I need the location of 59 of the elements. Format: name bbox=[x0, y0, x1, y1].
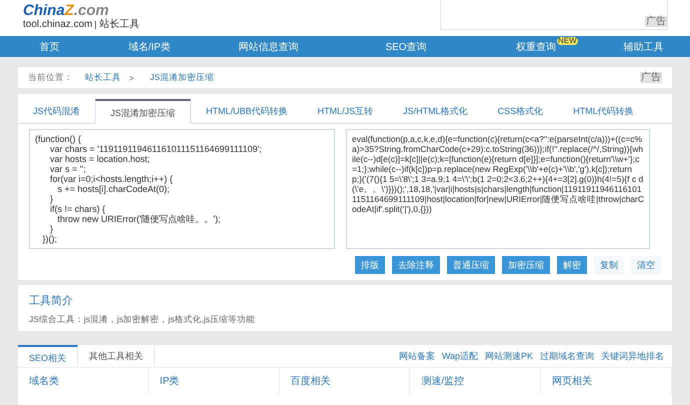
code-line: })(); bbox=[42, 234, 58, 244]
ad-banner[interactable]: 广告 bbox=[440, 0, 668, 30]
code-line: (function() { bbox=[35, 134, 82, 144]
site-url: tool.chinaz.com bbox=[23, 19, 92, 31]
quick-link[interactable]: Wap适配 bbox=[442, 350, 478, 362]
site-name: 站长工具 bbox=[99, 19, 140, 31]
output-code-area[interactable] bbox=[346, 129, 650, 249]
code-line: var s = ''; bbox=[49, 164, 87, 174]
related-tab[interactable]: 其他工具相关 bbox=[78, 345, 156, 367]
category-heading: 百度相关 bbox=[290, 376, 331, 387]
code-line: if(s != chars) { bbox=[49, 204, 106, 214]
new-badge: NEW bbox=[557, 36, 578, 44]
nav-link[interactable]: 权重查询 $^{NEW}$ bbox=[475, 40, 597, 54]
related-tab[interactable]: SEO相关 bbox=[18, 345, 78, 367]
nav-link[interactable]: SEO查询 bbox=[337, 40, 475, 54]
code-line: var hosts = location.host; bbox=[49, 154, 151, 164]
code-line: var chars = '119119119461161011151164699111109'; bbox=[49, 144, 263, 154]
action-button[interactable]: 普通压缩 bbox=[447, 256, 495, 274]
tool-tab[interactable]: JS/HTML格式化 bbox=[388, 99, 483, 124]
action-button[interactable]: 复制 bbox=[594, 256, 624, 274]
action-button[interactable]: 排版 bbox=[355, 256, 385, 274]
tool-tab[interactable]: HTML代码转换 bbox=[558, 99, 649, 124]
quick-link[interactable]: 过期域名查询 bbox=[540, 350, 594, 362]
category-heading: 测速/监控 bbox=[421, 376, 464, 387]
quick-link[interactable]: 关键词异地排名 bbox=[601, 350, 664, 362]
breadcrumb-label: 当前位置： bbox=[28, 72, 73, 84]
category-heading: 域名类 bbox=[29, 376, 59, 387]
quick-link[interactable]: 网站备案 bbox=[398, 350, 435, 362]
code-line: throw new URIError('随便写点啥哇。。'); bbox=[56, 214, 222, 224]
input-code-area[interactable] bbox=[29, 129, 335, 249]
tool-tab[interactable]: JS代码混淆 bbox=[18, 99, 95, 124]
action-button[interactable]: 去除注释 bbox=[392, 256, 440, 274]
tool-tab[interactable]: CSS格式化 bbox=[482, 99, 558, 124]
intro-title: 工具简介 bbox=[29, 294, 74, 308]
tool-tab[interactable]: HTML/JS互转 bbox=[302, 99, 388, 124]
nav-link[interactable]: 辅助工具 bbox=[597, 40, 690, 54]
code-line: } bbox=[49, 224, 54, 234]
action-button[interactable]: 解密 bbox=[557, 256, 587, 274]
category-heading: IP类 bbox=[160, 376, 180, 387]
nav-link[interactable]: 网站信息查询 bbox=[200, 40, 337, 54]
category-heading: 网页相关 bbox=[552, 376, 592, 387]
output-code: eval(function(p,a,c,k,e,d){e=function(c){return(c<a?'':e(parseInt(c/a)))+((c=c%a)>35?String.fromCharCode(c+29):c.toString(36))};if(!''.replace(/^/,String)){while(c--)d[e(c)]=k[c]||e(c);k=[function(e){return d[e]}];e=function(){return'\\w+'};c=1;};while(c--)if(k[c])p=p.replace(new RegExp('\\b'+e(c)+'\\b','g'),k[c]);return p;}('(7(){1 5=\'8\';1 3=a.9;1 4=\'\';b(1 2=0;2<3.6;2++){4+=3[2].g(0)}h(4!=5){f c d(\'e。。\')}})();',18,18,'|var|i|hosts|s|chars|length|function|119119119461161011151164699111109|host|location|for|new|URIError|随便写点啥哇|throw|charCodeAt|if'.split('|'),0,{})) bbox=[352, 134, 644, 214]
intro-text: JS综合工具：js混淆，js加密解密，js格式化,js压缩等功能 bbox=[29, 314, 256, 326]
code-line: } bbox=[49, 194, 54, 204]
action-button[interactable]: 清空 bbox=[631, 256, 661, 274]
site-logo[interactable]: ChinaZ.com bbox=[23, 2, 140, 19]
tool-tab[interactable]: JS混淆加密压缩 bbox=[94, 99, 192, 124]
nav-link[interactable]: 首页 bbox=[0, 40, 99, 54]
quick-link[interactable]: 网站测速PK bbox=[484, 350, 533, 362]
tool-tab[interactable]: HTML/UBB代码转换 bbox=[191, 99, 303, 124]
ad-label: 广告 bbox=[640, 72, 662, 83]
breadcrumb-link[interactable]: JS混淆加密压缩 bbox=[150, 72, 214, 84]
breadcrumb-separator: > bbox=[129, 72, 134, 82]
code-line: for(var i=0;i<hosts.length;i++) { bbox=[49, 174, 174, 184]
ad-label: 广告 bbox=[645, 16, 667, 27]
action-button[interactable]: 加密压缩 bbox=[502, 256, 550, 274]
nav-link[interactable]: 域名/IP类 bbox=[99, 40, 200, 54]
code-line: s += hosts[i].charCodeAt(0); bbox=[56, 184, 171, 194]
breadcrumb-link[interactable]: 站长工具 bbox=[85, 72, 121, 84]
